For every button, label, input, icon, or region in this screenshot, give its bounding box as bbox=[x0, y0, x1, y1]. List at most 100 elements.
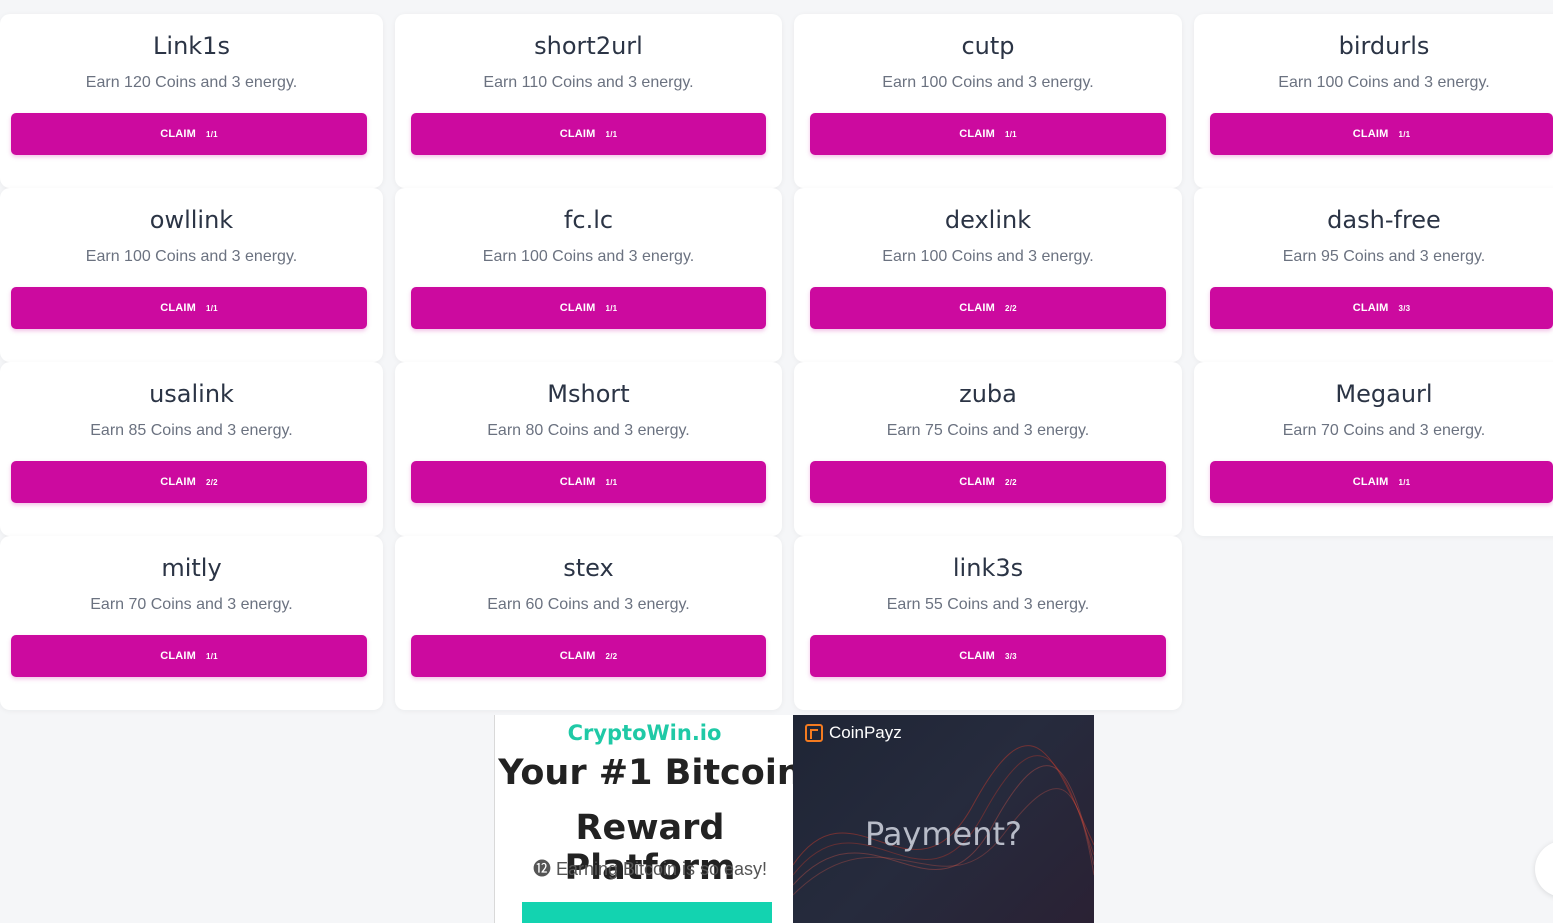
claim-count: 1/1 bbox=[206, 129, 218, 139]
ad-brand: CryptoWin.io bbox=[567, 721, 722, 745]
claim-label: CLAIM bbox=[1352, 302, 1389, 314]
offer-card: cutp Earn 100 Coins and 3 energy. CLAIM 1/1 bbox=[794, 14, 1182, 188]
claim-button[interactable]: CLAIM 2/2 bbox=[810, 287, 1166, 329]
claim-label: CLAIM bbox=[559, 650, 596, 662]
offer-title: fc.lc bbox=[563, 206, 614, 234]
offer-reward: Earn 80 Coins and 3 energy. bbox=[487, 422, 690, 439]
offer-card: Megaurl Earn 70 Coins and 3 energy. CLAIM 1… bbox=[1194, 362, 1553, 536]
ad-partner-text: Payment? bbox=[864, 815, 1023, 853]
claim-label: CLAIM bbox=[959, 302, 996, 314]
claim-label: CLAIM bbox=[959, 128, 996, 140]
offer-reward: Earn 100 Coins and 3 energy. bbox=[882, 74, 1094, 91]
offer-card: Mshort Earn 80 Coins and 3 energy. CLAIM 1/… bbox=[395, 362, 782, 536]
offer-title: Link1s bbox=[153, 32, 230, 60]
offer-title: cutp bbox=[961, 32, 1015, 60]
offer-title: stex bbox=[563, 554, 614, 582]
ad-cta-button[interactable] bbox=[522, 902, 772, 923]
offer-title: Mshort bbox=[547, 380, 630, 408]
claim-button[interactable]: CLAIM 3/3 bbox=[810, 635, 1166, 677]
claim-button[interactable]: CLAIM 1/1 bbox=[411, 461, 766, 503]
offer-title: birdurls bbox=[1338, 32, 1430, 60]
claim-count: 1/1 bbox=[206, 651, 218, 661]
claim-button[interactable]: CLAIM 1/1 bbox=[11, 635, 367, 677]
ad-subline: ⓬ Earning Bitcoin is so easy! bbox=[532, 859, 768, 879]
ad-headline-line1: Your #1 Bitcoin bbox=[498, 753, 802, 793]
claim-count: 3/3 bbox=[1398, 303, 1411, 313]
offer-reward: Earn 100 Coins and 3 energy. bbox=[482, 248, 695, 265]
claim-count: 2/2 bbox=[1005, 477, 1017, 487]
offer-reward: Earn 75 Coins and 3 energy. bbox=[886, 422, 1090, 439]
claim-label: CLAIM bbox=[160, 650, 197, 662]
claim-button[interactable]: CLAIM 1/1 bbox=[11, 287, 367, 329]
claim-count: 1/1 bbox=[1398, 129, 1411, 139]
claim-label: CLAIM bbox=[559, 128, 596, 140]
offer-reward: Earn 100 Coins and 3 energy. bbox=[882, 248, 1094, 265]
claim-label: CLAIM bbox=[160, 476, 197, 488]
claim-count: 2/2 bbox=[206, 477, 218, 487]
claim-count: 1/1 bbox=[605, 477, 618, 487]
claim-label: CLAIM bbox=[559, 302, 596, 314]
claim-button[interactable]: CLAIM 1/1 bbox=[1210, 461, 1553, 503]
offer-reward: Earn 60 Coins and 3 energy. bbox=[487, 596, 690, 613]
claim-label: CLAIM bbox=[1352, 128, 1389, 140]
claim-count: 1/1 bbox=[1398, 477, 1411, 487]
offer-title: owllink bbox=[149, 206, 234, 234]
offer-title: dexlink bbox=[944, 206, 1032, 234]
claim-button[interactable]: CLAIM 2/2 bbox=[11, 461, 367, 503]
claim-button[interactable]: CLAIM 1/1 bbox=[411, 113, 766, 155]
claim-count: 1/1 bbox=[1005, 129, 1017, 139]
offer-card: fc.lc Earn 100 Coins and 3 energy. CLAIM 1/… bbox=[395, 188, 782, 362]
offer-card: owllink Earn 100 Coins and 3 energy. CLAIM… bbox=[0, 188, 383, 362]
offer-reward: Earn 120 Coins and 3 energy. bbox=[85, 74, 298, 91]
offer-reward: Earn 70 Coins and 3 energy. bbox=[1282, 422, 1486, 439]
claim-button[interactable]: CLAIM 2/2 bbox=[810, 461, 1166, 503]
claim-count: 1/1 bbox=[605, 303, 618, 313]
offer-card: zuba Earn 75 Coins and 3 energy. CLAIM 2/2 bbox=[794, 362, 1182, 536]
claim-label: CLAIM bbox=[160, 302, 197, 314]
offer-reward: Earn 100 Coins and 3 energy. bbox=[1278, 74, 1490, 91]
claim-label: CLAIM bbox=[959, 650, 996, 662]
offer-title: zuba bbox=[959, 380, 1017, 408]
claim-button[interactable]: CLAIM 3/3 bbox=[1210, 287, 1553, 329]
coinpayz-logo-icon bbox=[805, 724, 823, 742]
claim-label: CLAIM bbox=[160, 128, 197, 140]
offer-card: usalink Earn 85 Coins and 3 energy. CLAIM 2… bbox=[0, 362, 383, 536]
ad-partner-name: CoinPayz bbox=[829, 723, 902, 742]
claim-button[interactable]: CLAIM 1/1 bbox=[411, 287, 766, 329]
offer-reward: Earn 70 Coins and 3 energy. bbox=[90, 596, 293, 613]
offer-card: Link1s Earn 120 Coins and 3 energy. CLAIM 1… bbox=[0, 14, 383, 188]
claim-count: 1/1 bbox=[605, 129, 618, 139]
claim-label: CLAIM bbox=[1352, 476, 1389, 488]
claim-label: CLAIM bbox=[559, 476, 596, 488]
ad-coinpayz-logo: CoinPayz bbox=[805, 723, 902, 743]
offer-reward: Earn 110 Coins and 3 energy. bbox=[483, 74, 694, 91]
claim-label: CLAIM bbox=[959, 476, 996, 488]
offer-card: link3s Earn 55 Coins and 3 energy. CLAIM 3/… bbox=[794, 536, 1182, 710]
offer-reward: Earn 100 Coins and 3 energy. bbox=[85, 248, 298, 265]
offer-card: dexlink Earn 100 Coins and 3 energy. CLAIM… bbox=[794, 188, 1182, 362]
offer-title: mitly bbox=[161, 554, 222, 582]
claim-count: 3/3 bbox=[1005, 651, 1017, 661]
ad-coinpayz-panel[interactable]: CoinPayz Payment? bbox=[793, 715, 1094, 923]
offer-title: short2url bbox=[534, 32, 643, 60]
offer-reward: Earn 55 Coins and 3 energy. bbox=[886, 596, 1090, 613]
claim-count: 2/2 bbox=[605, 651, 618, 661]
offer-card: stex Earn 60 Coins and 3 energy. CLAIM 2/2 bbox=[395, 536, 782, 710]
offer-card: dash-free Earn 95 Coins and 3 energy. CLAI… bbox=[1194, 188, 1553, 362]
offer-reward: Earn 85 Coins and 3 energy. bbox=[90, 422, 293, 439]
offer-title: dash-free bbox=[1327, 206, 1441, 234]
claim-button[interactable]: CLAIM 1/1 bbox=[11, 113, 367, 155]
claim-button[interactable]: CLAIM 1/1 bbox=[1210, 113, 1553, 155]
offer-title: Megaurl bbox=[1335, 380, 1433, 408]
offer-title: link3s bbox=[952, 554, 1024, 582]
ad-cryptowin-panel[interactable]: CryptoWin.io Your #1 Bitcoin Reward Plat… bbox=[494, 715, 802, 923]
claim-button[interactable]: CLAIM 2/2 bbox=[411, 635, 766, 677]
offer-card: short2url Earn 110 Coins and 3 energy. CLA… bbox=[395, 14, 782, 188]
offer-title: usalink bbox=[149, 380, 234, 408]
offer-card: birdurls Earn 100 Coins and 3 energy. CLAI… bbox=[1194, 14, 1553, 188]
offer-reward: Earn 95 Coins and 3 energy. bbox=[1282, 248, 1486, 265]
claim-count: 2/2 bbox=[1005, 303, 1017, 313]
claim-button[interactable]: CLAIM 1/1 bbox=[810, 113, 1166, 155]
claim-count: 1/1 bbox=[206, 303, 218, 313]
advertisement-banner[interactable]: CryptoWin.io Your #1 Bitcoin Reward Plat… bbox=[494, 715, 1094, 923]
